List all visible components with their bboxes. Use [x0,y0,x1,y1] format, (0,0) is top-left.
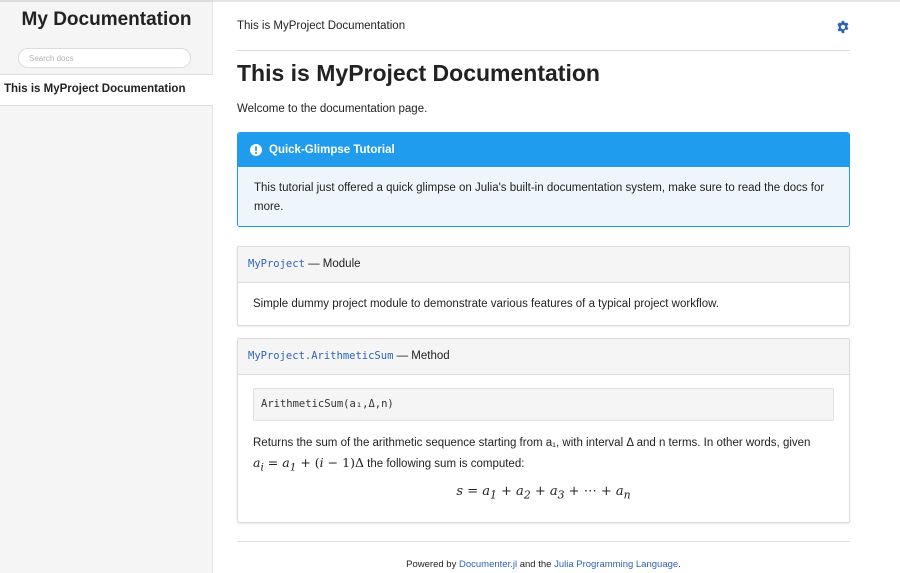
documenter-link[interactable]: Documenter.jl [459,559,517,570]
admonition-body: This tutorial just offered a quick glimp… [254,182,825,213]
admonition-header: Quick-Glimpse Tutorial [238,133,849,167]
sidebar-top-border [0,0,213,2]
search-input[interactable] [18,48,191,68]
docstring-body: Simple dummy project module to demonstra… [253,298,719,310]
docstring-category: Method [411,350,450,362]
display-math-formula: s = a1 + a2 + a3 + ⋯ + an [456,484,631,502]
footer-suffix: . [678,559,681,570]
main-top-border [213,0,900,2]
docstring-method: MyProject.ArithmeticSum — Method Arithme… [237,338,850,523]
breadcrumb[interactable]: This is MyProject Documentation [237,20,405,32]
docstring-header: MyProject — Module [238,247,849,283]
docstring-text-line: Returns the sum of the arithmetic sequen… [253,437,811,449]
admonition-title: Quick-Glimpse Tutorial [269,144,395,156]
docstring-dash: — [304,258,323,270]
footer-middle: and the [517,559,555,570]
gear-icon[interactable] [836,20,850,34]
sidebar-item-current-page[interactable]: This is MyProject Documentation [0,74,213,106]
docstring-dash: — [393,350,412,362]
julia-link[interactable]: Julia Programming Language [554,559,678,570]
info-circle-icon [250,144,262,156]
info-admonition: Quick-Glimpse Tutorial This tutorial jus… [237,132,850,227]
docstring-binding-link[interactable]: MyProject [248,258,305,270]
docstring-module: MyProject — Module Simple dummy project … [237,246,850,326]
page-title: This is MyProject Documentation [237,60,600,86]
intro-text: Welcome to the documentation page. [237,103,428,115]
docstring-header: MyProject.ArithmeticSum — Method [238,339,849,375]
code-block-signature[interactable]: ArithmeticSum(a₁,Δ,n) [253,388,834,421]
footer-divider [237,541,850,542]
docstring-category: Module [322,258,361,270]
inline-math-formula: ai = a1 + (i − 1)Δ [253,455,364,474]
footer: Powered by Documenter.jl and the Julia P… [237,559,850,570]
site-title[interactable]: My Documentation [0,9,213,31]
docstring-text-suffix: the following sum is computed: [363,458,525,470]
sidebar: My Documentation This is MyProject Docum… [0,0,213,573]
docstring-body: Returns the sum of the arithmetic sequen… [253,434,843,478]
docstring-binding-link[interactable]: MyProject.ArithmeticSum [248,350,393,362]
header-divider [237,50,850,51]
footer-prefix: Powered by [406,559,459,570]
